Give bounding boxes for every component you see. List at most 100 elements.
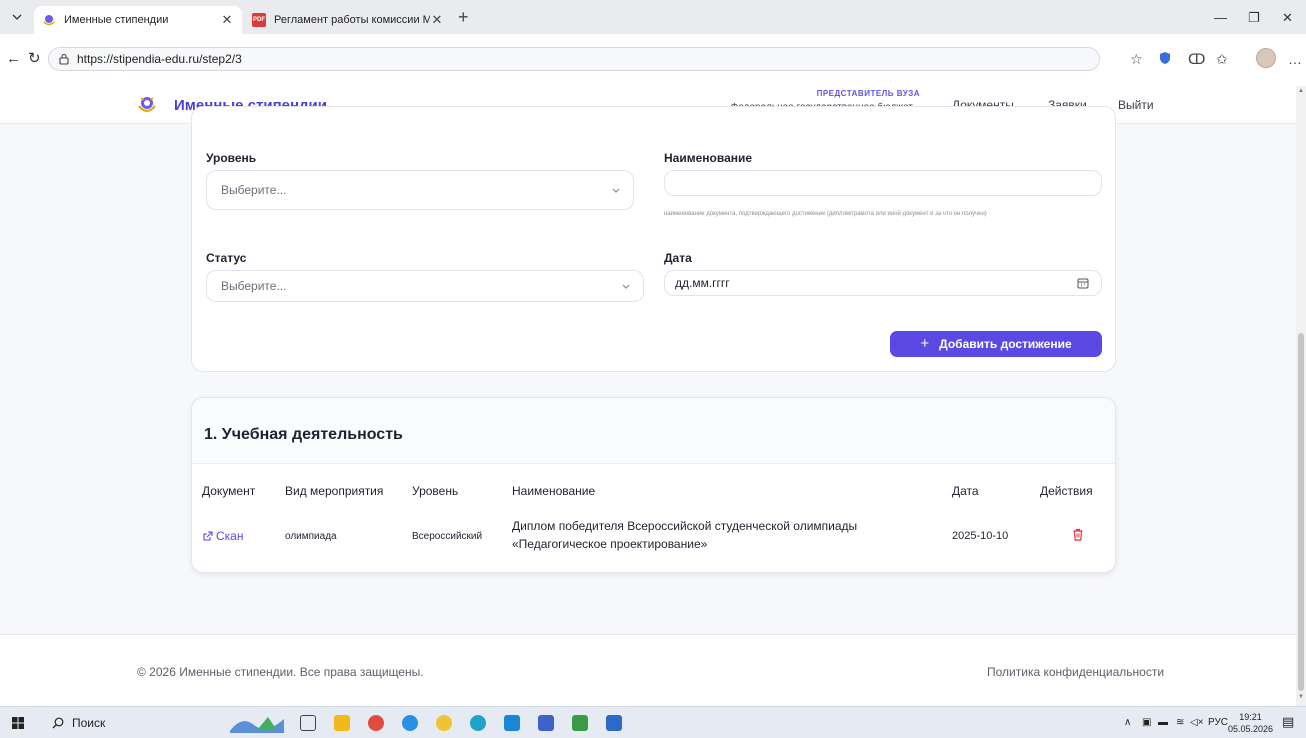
shield-icon[interactable]: [1159, 51, 1171, 68]
chevron-down-icon: [612, 188, 620, 193]
restore-icon[interactable]: ❐: [1248, 10, 1260, 26]
achievement-form: Уровень Выберите... Наименование наимено…: [191, 106, 1116, 372]
tab-reglament[interactable]: PDF Регламент работы комиссии Ми ✕: [244, 6, 452, 34]
site-footer: © 2026 Именные стипендии. Все права защи…: [0, 634, 1296, 706]
col-document: Документ: [202, 484, 256, 498]
app-icon[interactable]: [572, 715, 588, 731]
wifi-icon[interactable]: ≋: [1176, 717, 1184, 728]
yandex-browser-icon[interactable]: [368, 715, 384, 731]
page-viewport: Именные стипендии ПРЕДСТАВИТЕЛЬ ВУЗА Фед…: [0, 86, 1296, 706]
add-achievement-label: Добавить достижение: [939, 337, 1072, 351]
scroll-up-icon[interactable]: ▲: [1298, 88, 1304, 94]
col-event-type: Вид мероприятия: [285, 484, 384, 498]
word-icon[interactable]: [606, 715, 622, 731]
privacy-link[interactable]: Политика конфиденциальности: [987, 665, 1164, 679]
copyright: © 2026 Именные стипендии. Все права защи…: [137, 665, 424, 679]
pdf-icon-wrap: PDF: [252, 13, 266, 27]
favorites-icon[interactable]: ✩: [1216, 51, 1228, 67]
date-label: Дата: [664, 251, 692, 265]
name-hint: наименование документа, подтверждающего …: [664, 211, 987, 217]
scroll-down-icon[interactable]: ▼: [1298, 694, 1304, 700]
emblem-icon: [42, 13, 56, 27]
lock-icon: [59, 53, 71, 65]
reload-icon[interactable]: ↻: [28, 51, 41, 67]
app-icon[interactable]: [538, 715, 554, 731]
cell-level: Всероссийский: [412, 531, 483, 542]
language-indicator[interactable]: РУС: [1208, 717, 1228, 728]
section-header: 1. Учебная деятельность: [192, 398, 1115, 464]
notifications-icon[interactable]: ▤: [1282, 714, 1294, 730]
date-placeholder: дд.мм.гггг: [675, 276, 730, 290]
tray-chevron-icon[interactable]: ∧: [1124, 717, 1131, 728]
url-bar[interactable]: https://stipendia-edu.ru/step2/3: [48, 47, 1100, 71]
scrollbar-thumb[interactable]: [1298, 333, 1304, 691]
tab-close-icon[interactable]: ✕: [430, 12, 444, 28]
clock-date: 05.05.2026: [1228, 724, 1274, 734]
search-icon: [52, 717, 64, 729]
col-name: Наименование: [512, 484, 596, 498]
level-select[interactable]: Выберите...: [206, 170, 634, 210]
extensions-icon[interactable]: ↀ: [1188, 51, 1205, 67]
clock[interactable]: 19:21 05.05.2026: [1228, 711, 1273, 735]
chevron-down-icon: [622, 284, 630, 289]
add-achievement-button[interactable]: + Добавить достижение: [890, 331, 1102, 357]
tab-stipends[interactable]: Именные стипендии ✕: [34, 6, 242, 34]
search-label: Поиск: [72, 716, 106, 730]
status-select[interactable]: Выберите...: [206, 270, 644, 302]
battery-icon[interactable]: ▬: [1158, 717, 1168, 728]
more-icon[interactable]: …: [1288, 51, 1302, 67]
tab-list-chevron-icon[interactable]: [6, 9, 28, 25]
col-date: Дата: [952, 484, 979, 498]
col-actions: Действия: [1040, 484, 1093, 498]
external-link-icon: [203, 530, 213, 541]
edge-icon[interactable]: [470, 715, 486, 731]
taskbar: Поиск ∧ ▣ ▬ ≋ ◁× РУС 19:21 05.05.2026 ▤: [0, 706, 1306, 738]
name-input[interactable]: [664, 170, 1102, 196]
cell-date: 2025-10-10: [952, 530, 1009, 542]
name-label: Наименование: [664, 151, 753, 165]
taskbar-search[interactable]: Поиск: [52, 716, 105, 730]
tray-app-icon[interactable]: ▣: [1142, 717, 1151, 728]
windows-start-icon[interactable]: [12, 717, 24, 729]
telegram-icon[interactable]: [402, 715, 418, 731]
close-window-icon[interactable]: ✕: [1282, 10, 1293, 26]
nav-logout[interactable]: Выйти: [1118, 98, 1154, 112]
achievements-table-card: 1. Учебная деятельность Документ Вид мер…: [191, 397, 1116, 573]
scan-label: Скан: [216, 529, 244, 543]
cell-name-line1: Диплом победителя Всероссийской студенче…: [512, 519, 858, 533]
onec-icon[interactable]: [436, 715, 452, 731]
browser-tab-bar: Именные стипендии ✕ PDF Регламент работы…: [0, 0, 1306, 34]
app-icon[interactable]: [504, 715, 520, 731]
search-highlight-icon[interactable]: [228, 711, 286, 735]
level-placeholder: Выберите...: [221, 183, 287, 197]
pdf-icon: PDF: [252, 13, 266, 27]
url-text: https://stipendia-edu.ru/step2/3: [77, 52, 242, 66]
back-icon[interactable]: ←: [6, 51, 21, 67]
plus-icon: +: [920, 335, 930, 352]
minimize-icon[interactable]: —: [1214, 10, 1227, 25]
calendar-icon[interactable]: [1077, 277, 1089, 289]
date-input[interactable]: дд.мм.гггг: [664, 270, 1102, 296]
cell-name-line2: «Педагогическое проектирование»: [512, 537, 708, 551]
level-label: Уровень: [206, 151, 257, 165]
new-tab-icon[interactable]: +: [458, 8, 469, 26]
profile-avatar[interactable]: [1256, 48, 1276, 68]
trash-icon[interactable]: [1072, 528, 1084, 541]
task-view-icon[interactable]: [300, 715, 316, 731]
address-toolbar: ← ↻ https://stipendia-edu.ru/step2/3 ☆ ↀ…: [0, 34, 1306, 86]
emblem-icon: [138, 97, 156, 112]
col-level: Уровень: [412, 484, 459, 498]
page-scrollbar[interactable]: ▲ ▼: [1296, 86, 1306, 706]
clock-time: 19:21: [1239, 712, 1262, 722]
cell-event-type: олимпиада: [285, 531, 337, 542]
tab-title: Регламент работы комиссии Ми: [274, 14, 430, 26]
scan-link[interactable]: Скан: [202, 529, 243, 543]
tab-close-icon[interactable]: ✕: [220, 12, 234, 28]
role-label: ПРЕДСТАВИТЕЛЬ ВУЗА: [816, 89, 920, 98]
tab-title: Именные стипендии: [64, 14, 169, 26]
volume-muted-icon[interactable]: ◁×: [1190, 717, 1204, 728]
star-icon[interactable]: ☆: [1130, 51, 1143, 67]
file-explorer-icon[interactable]: [334, 715, 350, 731]
status-label: Статус: [206, 251, 247, 265]
section-title: 1. Учебная деятельность: [204, 426, 403, 443]
